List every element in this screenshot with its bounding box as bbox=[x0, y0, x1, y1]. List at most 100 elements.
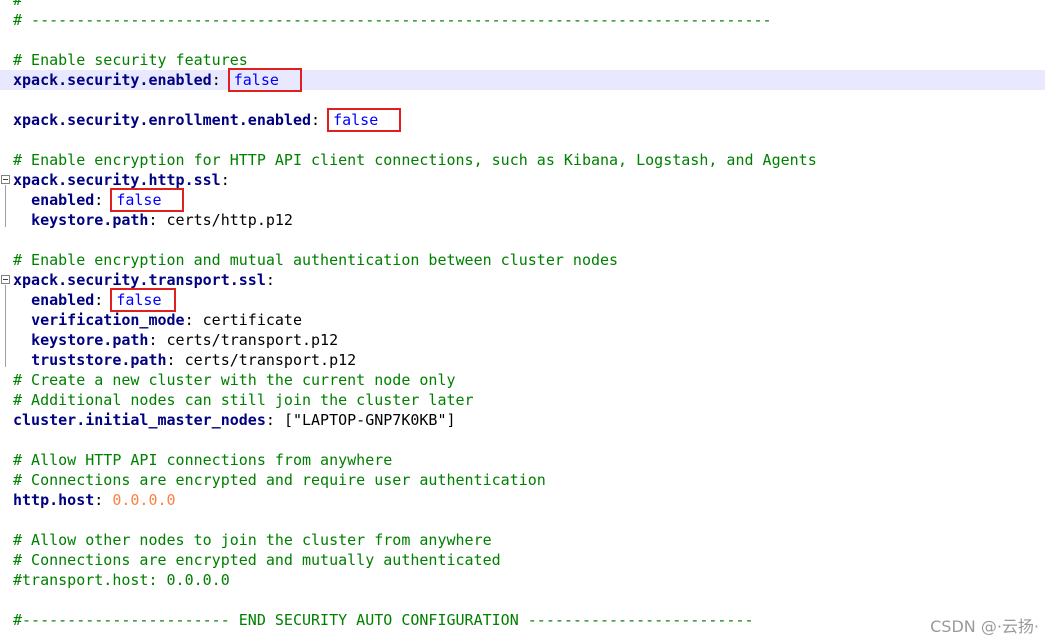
colon-punct: : bbox=[148, 331, 167, 349]
code-line[interactable]: xpack.security.enrollment.enabled: false bbox=[0, 108, 1045, 132]
comment-text: # Create a new cluster with the current … bbox=[13, 371, 456, 389]
comment-line[interactable]: # Additional nodes can still join the cl… bbox=[0, 390, 1045, 410]
colon-punct: : bbox=[184, 311, 203, 329]
blank-line[interactable] bbox=[0, 90, 1045, 110]
highlight-box: false bbox=[110, 288, 177, 312]
config-value: false bbox=[116, 191, 162, 209]
line-content: xpack.security.enrollment.enabled: false bbox=[13, 108, 402, 132]
code-line[interactable]: keystore.path: certs/http.p12 bbox=[0, 210, 1045, 230]
comment-line[interactable]: # Create a new cluster with the current … bbox=[0, 370, 1045, 390]
config-key: http.host bbox=[13, 491, 95, 509]
colon-punct: : bbox=[94, 191, 113, 209]
comment-text: # --------------------------------------… bbox=[13, 11, 772, 29]
comment-line[interactable]: # Allow other nodes to join the cluster … bbox=[0, 530, 1045, 550]
comment-line[interactable]: # Enable encryption and mutual authentic… bbox=[0, 250, 1045, 270]
comment-text: #----------------------- END SECURITY AU… bbox=[13, 611, 754, 629]
comment-text: # Allow HTTP API connections from anywhe… bbox=[13, 451, 393, 469]
comment-text: # Enable encryption for HTTP API client … bbox=[13, 151, 817, 169]
config-value: certs/transport.p12 bbox=[166, 331, 339, 349]
line-content: enabled: false bbox=[13, 188, 185, 212]
comment-line[interactable]: #----------------------- END SECURITY AU… bbox=[0, 610, 1045, 630]
comment-text: # Additional nodes can still join the cl… bbox=[13, 391, 474, 409]
line-content: keystore.path: certs/transport.p12 bbox=[13, 330, 338, 350]
line-content: http.host: 0.0.0.0 bbox=[13, 490, 176, 510]
code-line[interactable]: verification_mode: certificate bbox=[0, 310, 1045, 330]
config-value: 0.0.0.0 bbox=[112, 491, 176, 509]
colon-punct: : bbox=[166, 351, 185, 369]
config-key: xpack.security.transport.ssl bbox=[13, 271, 266, 289]
watermark: CSDN @·云扬· bbox=[930, 617, 1039, 636]
line-content: # Create a new cluster with the current … bbox=[13, 370, 456, 390]
config-value: certificate bbox=[202, 311, 302, 329]
comment-text: # Connections are encrypted and mutually… bbox=[13, 551, 501, 569]
line-content: xpack.security.http.ssl: bbox=[13, 170, 230, 190]
config-value: certs/http.p12 bbox=[166, 211, 293, 229]
comment-text: # Enable encryption and mutual authentic… bbox=[13, 251, 619, 269]
comment-line[interactable]: # bbox=[0, 0, 1045, 10]
code-line[interactable]: enabled: false bbox=[0, 188, 1045, 212]
comment-text: # bbox=[13, 0, 23, 9]
highlight-box: false bbox=[110, 188, 185, 212]
line-content: # Connections are encrypted and require … bbox=[13, 470, 546, 490]
highlight-box: false bbox=[327, 108, 402, 132]
fold-toggle-icon[interactable] bbox=[1, 275, 10, 284]
line-content: # Enable encryption and mutual authentic… bbox=[13, 250, 618, 270]
config-value: false bbox=[333, 111, 379, 129]
code-line[interactable]: truststore.path: certs/transport.p12 bbox=[0, 350, 1045, 370]
comment-text: # Allow other nodes to join the cluster … bbox=[13, 531, 492, 549]
code-line[interactable]: enabled: false bbox=[0, 288, 1045, 312]
line-content: # bbox=[13, 0, 22, 10]
comment-line[interactable]: # Connections are encrypted and require … bbox=[0, 470, 1045, 490]
blank-line[interactable] bbox=[0, 130, 1045, 150]
colon-punct: : bbox=[148, 211, 167, 229]
config-key: keystore.path bbox=[31, 331, 149, 349]
config-value: ["LAPTOP-GNP7K0KB"] bbox=[283, 411, 456, 429]
code-line[interactable]: xpack.security.enabled: false bbox=[0, 68, 1045, 92]
comment-line[interactable]: # --------------------------------------… bbox=[0, 10, 1045, 30]
code-line[interactable]: xpack.security.http.ssl: bbox=[0, 170, 1045, 190]
config-key: xpack.security.http.ssl bbox=[13, 171, 221, 189]
code-line[interactable]: keystore.path: certs/transport.p12 bbox=[0, 330, 1045, 350]
line-content: keystore.path: certs/http.p12 bbox=[13, 210, 293, 230]
highlight-box: false bbox=[227, 68, 302, 92]
code-editor[interactable]: # # -------------------------------------… bbox=[0, 0, 1045, 643]
blank-line[interactable] bbox=[0, 30, 1045, 50]
line-content: # --------------------------------------… bbox=[13, 10, 772, 30]
colon-punct: : bbox=[94, 291, 113, 309]
comment-line[interactable]: # Enable security features bbox=[0, 50, 1045, 70]
colon-punct: : bbox=[211, 71, 230, 89]
line-content: # Additional nodes can still join the cl… bbox=[13, 390, 474, 410]
line-content: # Connections are encrypted and mutually… bbox=[13, 550, 501, 570]
line-content: enabled: false bbox=[13, 288, 177, 312]
comment-text: #transport.host: 0.0.0.0 bbox=[13, 571, 230, 589]
blank-line[interactable] bbox=[0, 230, 1045, 250]
code-line[interactable]: xpack.security.transport.ssl: bbox=[0, 270, 1045, 290]
config-value: certs/transport.p12 bbox=[184, 351, 357, 369]
blank-line[interactable] bbox=[0, 430, 1045, 450]
line-content: cluster.initial_master_nodes: ["LAPTOP-G… bbox=[13, 410, 456, 430]
config-key: keystore.path bbox=[31, 211, 149, 229]
code-line[interactable]: http.host: 0.0.0.0 bbox=[0, 490, 1045, 510]
comment-line[interactable]: #transport.host: 0.0.0.0 bbox=[0, 570, 1045, 590]
blank-line[interactable] bbox=[0, 590, 1045, 610]
blank-line[interactable] bbox=[0, 510, 1045, 530]
code-line[interactable]: cluster.initial_master_nodes: ["LAPTOP-G… bbox=[0, 410, 1045, 430]
config-key: cluster.initial_master_nodes bbox=[13, 411, 266, 429]
fold-toggle-icon[interactable] bbox=[1, 175, 10, 184]
colon-punct: : bbox=[220, 171, 230, 189]
fold-guide-line bbox=[5, 185, 6, 227]
line-content: xpack.security.enabled: false bbox=[13, 68, 302, 92]
config-key: truststore.path bbox=[31, 351, 167, 369]
comment-line[interactable]: # Connections are encrypted and mutually… bbox=[0, 550, 1045, 570]
comment-line[interactable]: # Enable encryption for HTTP API client … bbox=[0, 150, 1045, 170]
colon-punct: : bbox=[265, 411, 284, 429]
comment-text: # Enable security features bbox=[13, 51, 248, 69]
comment-line[interactable]: # Allow HTTP API connections from anywhe… bbox=[0, 450, 1045, 470]
config-key: enabled bbox=[31, 291, 95, 309]
line-content: # Allow other nodes to join the cluster … bbox=[13, 530, 492, 550]
line-content: #transport.host: 0.0.0.0 bbox=[13, 570, 230, 590]
